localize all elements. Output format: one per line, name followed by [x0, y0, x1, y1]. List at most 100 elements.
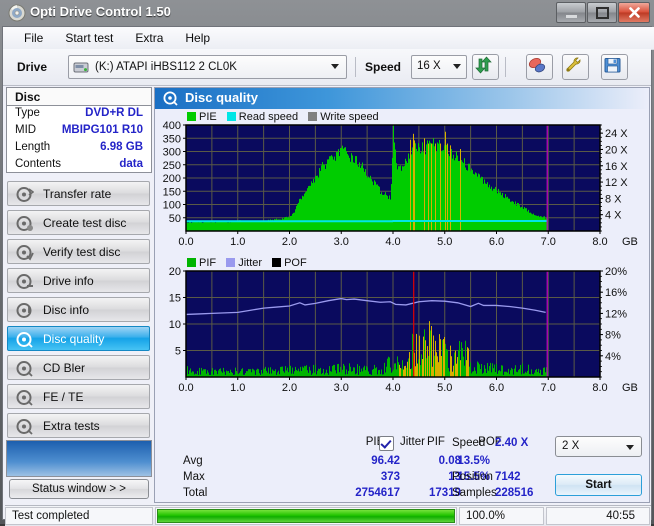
tools-button[interactable]	[562, 54, 589, 80]
disc-info-key: Length	[15, 141, 51, 153]
client-area: File Start test Extra Help Drive (K:) AT…	[2, 26, 654, 526]
statistics-area: PIE PIF POF Jitter Avg Max Total 96.42 3…	[155, 436, 649, 502]
svg-text:20 X: 20 X	[605, 144, 628, 156]
disc-quality-panel: Disc quality PIE Read speed Write speed …	[154, 87, 650, 503]
window-title: Opti Drive Control 1.50	[30, 4, 171, 19]
sidebar-item-disc-quality[interactable]: Disc quality	[7, 326, 150, 351]
svg-text:8 X: 8 X	[605, 193, 622, 205]
svg-text:100: 100	[163, 200, 181, 212]
status-bar: Test completed 100.0% 40:55	[5, 505, 651, 526]
svg-text:8%: 8%	[605, 330, 621, 342]
svg-text:50: 50	[169, 213, 181, 225]
status-window-button[interactable]: Status window > >	[9, 479, 149, 499]
refresh-button[interactable]	[472, 54, 499, 80]
legend-swatch-pof	[272, 258, 282, 267]
window-controls	[556, 2, 650, 23]
disc-extra-icon	[16, 419, 33, 435]
toolbar: Drive (K:) ATAPI iHBS112 2 CL0K Speed 16…	[3, 49, 651, 86]
sidebar-item-label: Disc quality	[43, 332, 105, 346]
svg-text:400: 400	[163, 121, 181, 132]
disc-info-row-mid: MID MBIPG101 R10	[7, 124, 151, 140]
minimize-button[interactable]	[556, 2, 586, 23]
sidebar-item-verify-test-disc[interactable]: Verify test disc	[7, 239, 150, 264]
svg-text:12%: 12%	[605, 308, 627, 320]
save-button[interactable]	[601, 54, 628, 80]
svg-text:7.0: 7.0	[541, 382, 556, 394]
sidebar-item-label: Create test disc	[43, 216, 127, 230]
svg-text:6.0: 6.0	[489, 382, 504, 394]
sidebar-item-create-test-disc[interactable]: Create test disc	[7, 210, 150, 235]
position-label: Position	[452, 471, 493, 483]
svg-text:15: 15	[169, 293, 181, 305]
disc-info-value: data	[119, 158, 143, 170]
svg-text:200: 200	[163, 173, 181, 185]
svg-text:5.0: 5.0	[437, 236, 452, 248]
sidebar-item-disc-info[interactable]: Disc info	[7, 297, 150, 322]
chevron-down-icon	[626, 445, 634, 450]
close-button[interactable]	[618, 2, 650, 23]
disc-info-value: MBIPG101 R10	[61, 124, 143, 136]
disc-icon	[8, 4, 26, 22]
disc-section-title: Disc	[15, 90, 41, 104]
progress-percent: 100.0%	[466, 510, 506, 522]
sidebar-item-fe-te[interactable]: FE / TE	[7, 384, 150, 409]
sidebar-item-cd-bler[interactable]: CD Bler	[7, 355, 150, 380]
position-value: 7142	[495, 471, 521, 483]
menu-item-file[interactable]: File	[13, 29, 54, 47]
sidebar-item-label: CD Bler	[43, 361, 86, 375]
svg-text:1.0: 1.0	[230, 236, 245, 248]
svg-text:3.0: 3.0	[334, 236, 349, 248]
maximize-button[interactable]	[587, 2, 617, 23]
pie-read-speed-chart[interactable]: 0.0 1.0 2.0 3.0 4.0 5.0 6.0 7.0 8.0 GB 50100 150200…	[155, 121, 649, 251]
svg-text:300: 300	[163, 147, 181, 159]
chevron-down-icon	[453, 64, 461, 69]
panel-title: Disc quality	[185, 90, 258, 105]
speed-select[interactable]: 16 X	[411, 55, 467, 79]
drive-select[interactable]: (K:) ATAPI iHBS112 2 CL0K	[68, 55, 347, 79]
drive-label: Drive	[17, 60, 48, 74]
status-message-cell: Test completed	[5, 507, 153, 525]
stats-row-label-avg: Avg	[183, 455, 203, 467]
stats-pif-total: 17319	[429, 487, 461, 499]
menu-item-help[interactable]: Help	[174, 29, 221, 47]
sidebar-item-label: Drive info	[43, 274, 94, 288]
disc-speed-icon	[16, 187, 34, 202]
disc-info-value: 6.98 GB	[100, 141, 143, 153]
svg-text:5.0: 5.0	[437, 382, 452, 394]
samples-label: Samples	[452, 487, 497, 499]
sidebar-item-label: Transfer rate	[43, 187, 112, 201]
disc-verify-icon	[16, 245, 34, 261]
chevron-down-icon	[331, 64, 339, 69]
progress-cell	[155, 507, 457, 525]
elapsed-time: 40:55	[606, 510, 635, 522]
menu-item-extra[interactable]: Extra	[124, 29, 174, 47]
svg-text:GB: GB	[622, 236, 638, 248]
sidebar-item-label: FE / TE	[43, 390, 84, 404]
sidebar-item-extra-tests[interactable]: Extra tests	[7, 413, 150, 438]
svg-text:20%: 20%	[605, 267, 627, 278]
sidebar-item-drive-info[interactable]: Drive info	[7, 268, 150, 293]
menu-bar: File Start test Extra Help	[3, 27, 654, 50]
disc-info-row-length: Length 6.98 GB	[7, 141, 151, 157]
test-speed-select[interactable]: 2 X	[555, 436, 642, 457]
legend-swatch-read-speed	[226, 112, 236, 121]
svg-text:8.0: 8.0	[592, 382, 607, 394]
jitter-checkbox[interactable]	[379, 436, 394, 451]
pif-jitter-pof-chart[interactable]: 0.0 1.0 2.0 3.0 4.0 5.0 6.0 7.0 8.0 GB 5 10 15 20 4% 8%…	[155, 267, 649, 397]
disc-info-key: Type	[15, 107, 40, 119]
menu-item-start-test[interactable]: Start test	[54, 29, 124, 47]
disc-info-key: MID	[15, 124, 37, 136]
legend-swatch-pie	[187, 112, 196, 121]
start-button[interactable]: Start	[555, 474, 642, 496]
svg-text:12 X: 12 X	[605, 177, 628, 189]
svg-text:3.0: 3.0	[334, 382, 349, 394]
sidebar-item-label: Extra tests	[43, 419, 100, 433]
legend-swatch-jitter	[226, 258, 236, 267]
sidebar-item-transfer-rate[interactable]: Transfer rate	[7, 181, 150, 206]
svg-text:150: 150	[163, 186, 181, 198]
sidebar-item-label: Verify test disc	[43, 245, 121, 259]
close-icon	[628, 7, 640, 18]
svg-text:8.0: 8.0	[592, 236, 607, 248]
disc-quality-icon	[16, 332, 33, 348]
eject-button[interactable]	[526, 54, 553, 80]
